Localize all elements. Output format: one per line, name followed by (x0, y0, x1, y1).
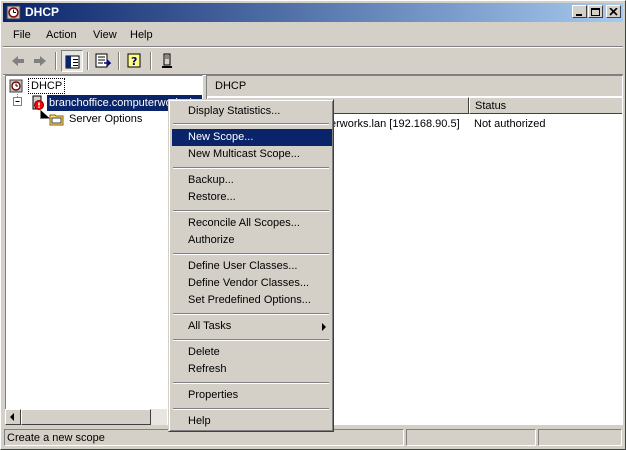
folder-icon (49, 114, 64, 126)
forward-arrow-icon (34, 56, 46, 66)
menu-separator (173, 382, 329, 384)
menu-item-restore[interactable]: Restore... (172, 189, 332, 206)
show-hide-tree-button[interactable] (61, 50, 83, 72)
menu-item-all-tasks[interactable]: All Tasks (172, 318, 332, 335)
menu-separator (173, 313, 329, 315)
server-not-authorized-icon (32, 95, 44, 110)
menu-item-delete[interactable]: Delete (172, 344, 332, 361)
menu-separator (173, 123, 329, 125)
submenu-arrow-icon (322, 323, 326, 331)
svg-text:?: ? (131, 55, 137, 68)
tree-label-server-options: Server Options (69, 113, 143, 125)
menu-help[interactable]: Help (130, 29, 153, 41)
help-icon: ? (127, 53, 141, 68)
menu-item-properties[interactable]: Properties (172, 387, 332, 404)
list-row-server-status: Not authorized (474, 118, 546, 130)
status-panel-2 (406, 429, 536, 446)
tree-horizontal-scrollbar[interactable] (5, 409, 167, 425)
details-pane-header: DHCP (207, 76, 622, 96)
menu-bar: File Action View Help (3, 25, 623, 46)
close-button[interactable] (606, 5, 621, 18)
help-button[interactable]: ? (124, 50, 146, 72)
menu-item-all-tasks-label: All Tasks (188, 320, 232, 332)
context-menu: Display Statistics... New Scope... New M… (168, 99, 334, 432)
window-title: DHCP (25, 5, 60, 19)
menu-item-set-predefined-options[interactable]: Set Predefined Options... (172, 292, 332, 309)
menu-separator (173, 210, 329, 212)
menu-action[interactable]: Action (46, 29, 77, 41)
toolbar: ? (3, 48, 623, 74)
back-arrow-icon (12, 56, 24, 66)
dhcp-app-icon (6, 5, 21, 20)
back-button[interactable] (7, 50, 29, 72)
toolbar-separator (118, 52, 120, 70)
menu-item-display-statistics[interactable]: Display Statistics... (172, 103, 332, 120)
add-server-button[interactable] (156, 50, 178, 72)
column-header-status-label: Status (475, 100, 507, 112)
menu-item-define-vendor-classes[interactable]: Define Vendor Classes... (172, 275, 332, 292)
menu-item-refresh[interactable]: Refresh (172, 361, 332, 378)
menu-separator (173, 408, 329, 410)
scroll-left-arrow-icon (10, 413, 14, 421)
status-panel-3 (538, 429, 622, 446)
title-bar[interactable]: DHCP (3, 3, 623, 22)
menu-item-reconcile-all-scopes[interactable]: Reconcile All Scopes... (172, 215, 332, 232)
dhcp-window: DHCP File Action View Help ? DHCP branch… (0, 0, 626, 450)
export-list-button[interactable] (92, 50, 114, 72)
minimize-icon (576, 14, 582, 16)
menu-item-new-scope[interactable]: New Scope... (172, 129, 332, 146)
menu-view[interactable]: View (93, 29, 117, 41)
toolbar-separator (87, 52, 89, 70)
toolbar-separator (150, 52, 152, 70)
server-add-icon (162, 53, 172, 68)
menu-item-backup[interactable]: Backup... (172, 172, 332, 189)
menu-separator (173, 339, 329, 341)
minimize-button[interactable] (572, 5, 587, 18)
export-list-icon (95, 53, 111, 68)
scroll-left-button[interactable] (5, 409, 21, 425)
close-icon (609, 8, 618, 16)
show-hide-tree-icon (65, 55, 80, 69)
menu-item-help[interactable]: Help (172, 413, 332, 430)
menu-item-new-multicast-scope[interactable]: New Multicast Scope... (172, 146, 332, 163)
toolbar-separator (55, 52, 57, 70)
list-row-server-name[interactable]: erworks.lan [192.168.90.5] (330, 116, 460, 132)
details-pane-title: DHCP (215, 80, 247, 92)
menu-separator (173, 253, 329, 255)
maximize-button[interactable] (588, 5, 603, 18)
scroll-thumb[interactable] (21, 409, 151, 425)
column-header-status[interactable]: Status (469, 97, 622, 114)
menu-item-define-user-classes[interactable]: Define User Classes... (172, 258, 332, 275)
menu-file[interactable]: File (13, 29, 31, 41)
menu-separator (173, 167, 329, 169)
maximize-icon (591, 8, 600, 16)
menu-item-authorize[interactable]: Authorize (172, 232, 332, 249)
forward-button[interactable] (29, 50, 51, 72)
